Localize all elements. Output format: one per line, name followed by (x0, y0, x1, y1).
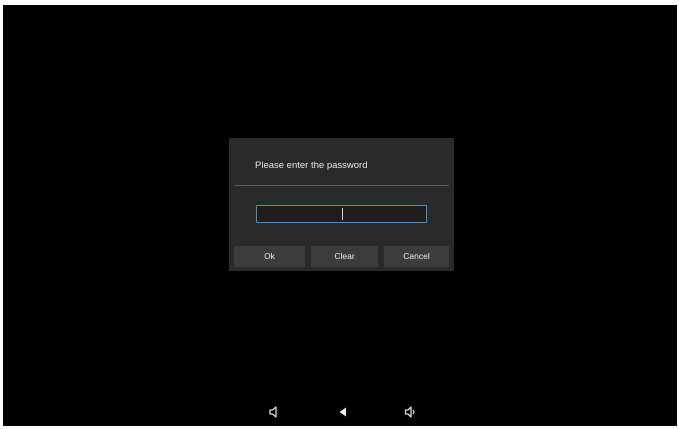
navigation-bar (3, 398, 677, 426)
ok-button[interactable]: Ok (234, 246, 305, 267)
cancel-button[interactable]: Cancel (384, 246, 449, 267)
back-icon[interactable] (336, 405, 350, 419)
device-screen: Please enter the password Ok Clear Cance… (3, 5, 677, 426)
text-cursor (342, 208, 343, 220)
volume-up-icon[interactable] (403, 405, 417, 419)
dialog-title: Please enter the password (255, 160, 368, 171)
clear-button[interactable]: Clear (311, 246, 378, 267)
volume-down-icon[interactable] (267, 405, 281, 419)
dialog-divider (234, 185, 449, 186)
password-dialog: Please enter the password Ok Clear Cance… (229, 138, 454, 271)
